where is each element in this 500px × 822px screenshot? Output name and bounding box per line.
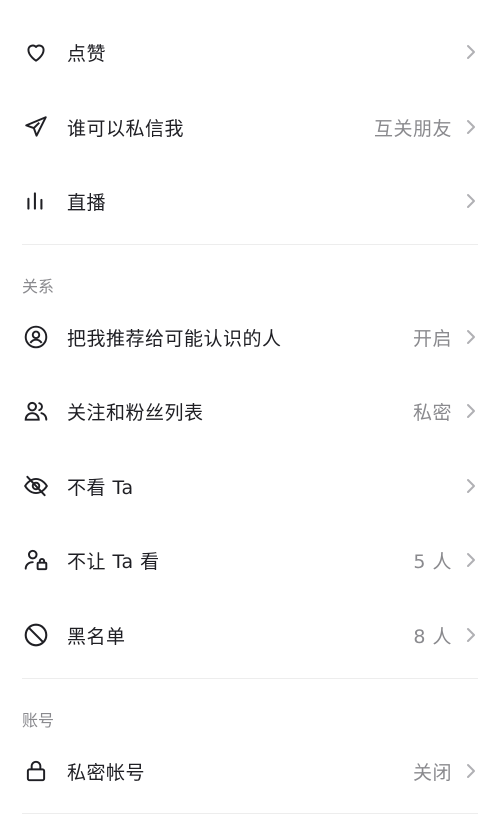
chevron-right-icon xyxy=(467,479,475,493)
eye-off-icon xyxy=(22,472,50,500)
row-not-see-ta[interactable]: 不看 Ta xyxy=(0,449,500,523)
row-label: 不让 Ta 看 xyxy=(67,550,160,573)
row-label: 把我推荐给可能认识的人 xyxy=(67,327,282,350)
divider xyxy=(22,244,478,245)
chevron-right-icon xyxy=(467,120,475,134)
section-title-relation: 关系 xyxy=(22,277,55,296)
heart-icon xyxy=(22,38,50,66)
row-label: 私密帐号 xyxy=(67,761,146,784)
row-value: 互关朋友 xyxy=(373,117,452,140)
divider xyxy=(22,813,478,814)
chevron-right-icon xyxy=(467,194,475,208)
row-follow-list[interactable]: 关注和粉丝列表 私密 xyxy=(0,374,500,448)
section-title-account: 账号 xyxy=(22,711,55,730)
chevron-right-icon xyxy=(467,330,475,344)
row-private-account[interactable]: 私密帐号 关闭 xyxy=(0,734,500,808)
row-label: 关注和粉丝列表 xyxy=(67,401,204,424)
row-label: 点赞 xyxy=(67,42,107,65)
chevron-right-icon xyxy=(467,628,475,642)
lock-icon xyxy=(22,757,50,785)
chevron-right-icon xyxy=(467,45,475,59)
row-label: 不看 Ta xyxy=(67,476,134,499)
users-icon xyxy=(22,397,50,425)
row-label: 黑名单 xyxy=(67,625,126,648)
row-blacklist[interactable]: 黑名单 8 人 xyxy=(0,598,500,672)
paper-plane-icon xyxy=(22,113,50,141)
row-who-can-message[interactable]: 谁可以私信我 互关朋友 xyxy=(0,90,500,164)
row-value: 私密 xyxy=(412,401,452,424)
block-icon xyxy=(22,621,50,649)
live-bars-icon xyxy=(22,187,50,215)
row-label: 直播 xyxy=(67,191,107,214)
row-value: 开启 xyxy=(412,327,452,350)
row-value: 5 人 xyxy=(413,550,452,573)
row-recommend-me[interactable]: 把我推荐给可能认识的人 开启 xyxy=(0,300,500,374)
row-value: 8 人 xyxy=(413,625,452,648)
divider xyxy=(22,678,478,679)
user-circle-icon xyxy=(22,323,50,351)
chevron-right-icon xyxy=(467,404,475,418)
chevron-right-icon xyxy=(467,764,475,778)
row-live[interactable]: 直播 xyxy=(0,164,500,238)
row-label: 谁可以私信我 xyxy=(67,117,185,140)
user-lock-icon xyxy=(22,546,50,574)
row-not-let-ta-see[interactable]: 不让 Ta 看 5 人 xyxy=(0,523,500,597)
row-value: 关闭 xyxy=(412,761,452,784)
row-likes[interactable]: 点赞 xyxy=(0,15,500,89)
chevron-right-icon xyxy=(467,553,475,567)
